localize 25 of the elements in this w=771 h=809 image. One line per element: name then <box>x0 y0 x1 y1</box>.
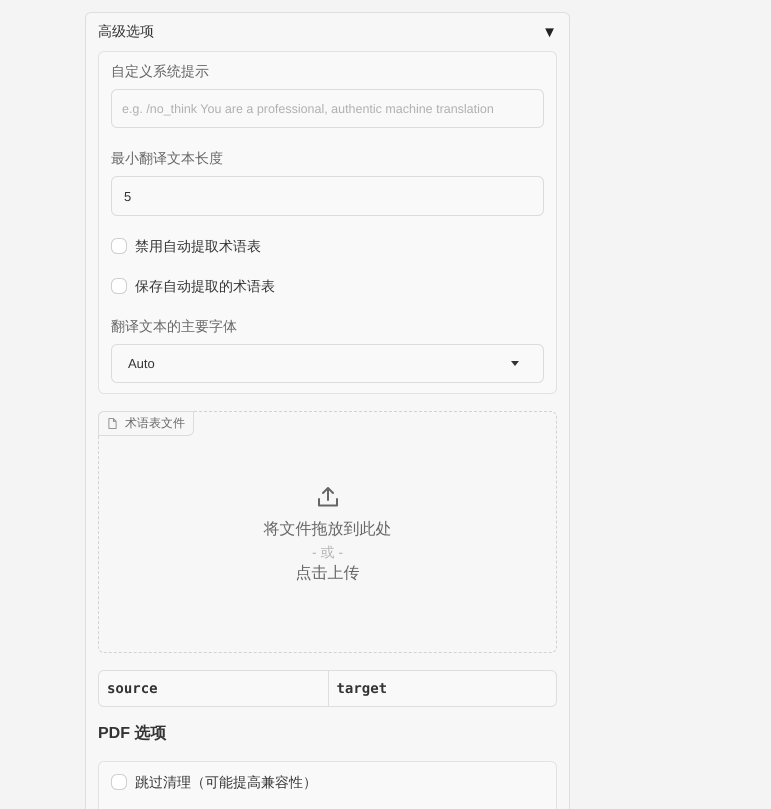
accordion-toggle[interactable]: 高级选项 ▼ <box>98 13 557 51</box>
length-input[interactable]: 5 <box>111 176 544 216</box>
field-label: 自定义系统提示 <box>111 62 209 81</box>
checkbox[interactable] <box>111 278 127 294</box>
font-dropdown[interactable]: Auto <box>111 344 544 383</box>
upload-label: 术语表文件 <box>125 415 185 432</box>
drop-hint: 将文件拖放到此处 <box>264 520 392 540</box>
field-label: 最小翻译文本长度 <box>111 149 223 168</box>
or-separator: - 或 - <box>312 543 344 562</box>
checkbox-label: 保存自动提取的术语表 <box>135 277 275 296</box>
click-upload-hint: 点击上传 <box>296 564 360 584</box>
prompt-textarea[interactable]: e.g. /no_think You are a professional, authentic machine translation <box>111 89 544 128</box>
upload-dropzone[interactable]: 术语表文件 将文件拖放到此处 - 或 - 点击上传 <box>98 411 557 653</box>
section-title: PDF 选项 <box>98 724 166 744</box>
caret-icon <box>511 361 519 366</box>
checkbox-label: 跳过清理（可能提高兼容性） <box>135 773 317 792</box>
table-header-cell: target <box>328 671 556 706</box>
upload-icon <box>316 486 338 508</box>
checkbox-label: 禁用自动提取术语表 <box>135 237 261 256</box>
checkbox[interactable] <box>111 774 127 790</box>
field-label: 翻译文本的主要字体 <box>111 317 237 336</box>
checkbox[interactable] <box>111 238 127 254</box>
triangle-icon: ▼ <box>542 24 557 40</box>
file-icon <box>108 418 117 429</box>
table-header-cell-text: source <box>106 680 159 698</box>
